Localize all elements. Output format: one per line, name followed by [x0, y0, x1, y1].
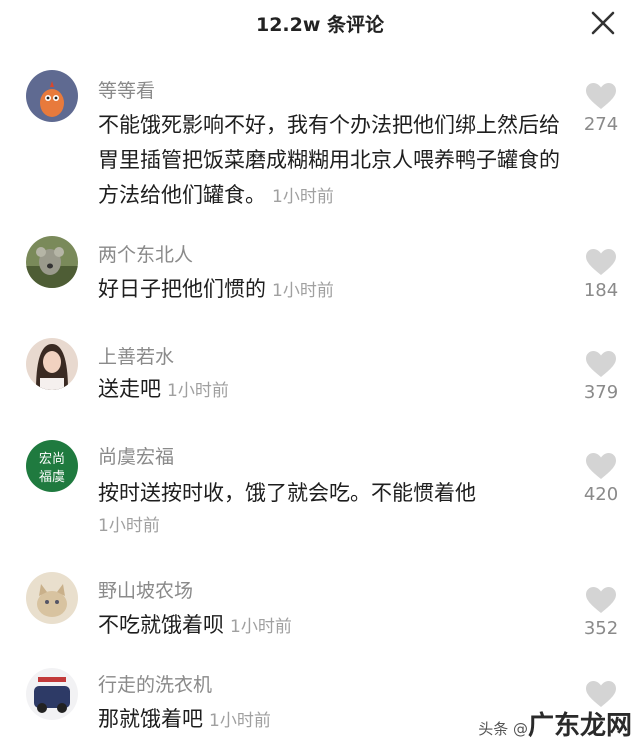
heart-icon: [586, 249, 616, 275]
like-button[interactable]: 352: [578, 586, 624, 639]
comment-username[interactable]: 两个东北人: [98, 240, 193, 267]
comment-username[interactable]: 上善若水: [98, 342, 174, 369]
like-button[interactable]: 379: [578, 350, 624, 403]
like-count: 420: [583, 484, 619, 505]
like-count: 274: [583, 114, 619, 135]
heart-icon: [586, 83, 616, 109]
comment-text: 不吃就饿着呗 1小时前: [98, 613, 292, 637]
comment-time: 1小时前: [167, 381, 229, 401]
like-count: 184: [583, 280, 619, 301]
comment-time: 1小时前: [272, 281, 334, 301]
comment-username[interactable]: 野山坡农场: [98, 576, 193, 603]
comment-item: 两个东北人 好日子把他们惯的 1小时前 184: [0, 236, 640, 316]
avatar[interactable]: [26, 236, 78, 288]
comment-item: 等等看 不能饿死影响不好，我有个办法把他们绑上然后给胃里插管把饭菜磨成糊糊用北京…: [0, 70, 640, 220]
avatar[interactable]: [26, 572, 78, 624]
avatar[interactable]: [26, 668, 78, 720]
close-button[interactable]: [590, 10, 616, 36]
avatar-seal-text: 福虞: [39, 470, 65, 485]
avatar-seal-text: 宏尚: [39, 452, 65, 467]
like-count: 352: [583, 618, 619, 639]
comment-text: 好日子把他们惯的 1小时前: [98, 277, 334, 301]
comment-time: 1小时前: [272, 187, 334, 207]
comment-username[interactable]: 尚虞宏福: [98, 442, 174, 469]
comment-time: 1小时前: [98, 516, 160, 536]
comment-time: 1小时前: [209, 711, 271, 731]
comment-username[interactable]: 行走的洗衣机: [98, 670, 212, 697]
heart-icon: [586, 453, 616, 479]
comment-item: 上善若水 送走吧 1小时前 379: [0, 338, 640, 418]
comment-text: 不能饿死影响不好，我有个办法把他们绑上然后给胃里插管把饭菜磨成糊糊用北京人喂养鸭…: [98, 113, 560, 207]
watermark-prefix: 头条 @: [478, 720, 528, 738]
comment-count-title: 12.2w 条评论: [255, 14, 385, 36]
avatar[interactable]: [26, 338, 78, 390]
avatar[interactable]: [26, 70, 78, 122]
like-button[interactable]: 420: [578, 452, 624, 505]
comment-time: 1小时前: [230, 617, 292, 637]
comment-username[interactable]: 等等看: [98, 76, 155, 103]
comment-text: 按时送按时收，饿了就会吃。不能惯着他 1小时前: [98, 476, 568, 541]
heart-icon: [586, 587, 616, 613]
comment-item: 宏尚 福虞 尚虞宏福 按时送按时收，饿了就会吃。不能惯着他 1小时前 420: [0, 440, 640, 550]
like-count: 379: [583, 382, 619, 403]
close-icon: [591, 11, 615, 35]
heart-icon: [586, 351, 616, 377]
avatar[interactable]: 宏尚 福虞: [26, 440, 78, 492]
watermark: 头条 @广东龙网: [478, 705, 632, 742]
comment-text: 送走吧 1小时前: [98, 377, 229, 401]
watermark-brand: 广东龙网: [527, 711, 632, 741]
comment-item: 野山坡农场 不吃就饿着呗 1小时前 352: [0, 572, 640, 652]
like-button[interactable]: 184: [578, 248, 624, 301]
like-button[interactable]: 274: [578, 82, 624, 135]
comments-header: 12.2w 条评论: [0, 0, 640, 50]
heart-icon: [586, 681, 616, 707]
